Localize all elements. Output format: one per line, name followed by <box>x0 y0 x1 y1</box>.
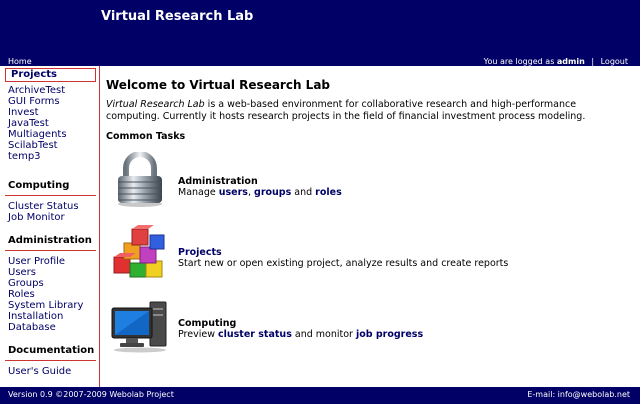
administration-heading: Administration <box>8 235 92 246</box>
page-title: Welcome to Virtual Research Lab <box>106 78 331 92</box>
sidebar-item-groups[interactable]: Groups <box>8 278 44 289</box>
sidebar-item-users[interactable]: Users <box>8 267 36 278</box>
sidebar: Projects ArchiveTest GUI Forms Invest Ja… <box>0 66 100 387</box>
task-computing-desc: Preview cluster status and monitor job p… <box>178 329 423 340</box>
sidebar-item-multiagents[interactable]: Multiagents <box>8 129 67 140</box>
sidebar-item-job-monitor[interactable]: Job Monitor <box>8 212 65 223</box>
logged-as-text: You are logged as <box>483 57 555 66</box>
sidebar-item-users-guide[interactable]: User's Guide <box>8 366 71 377</box>
sidebar-item-installation[interactable]: Installation <box>8 311 63 322</box>
computing-heading: Computing <box>8 180 70 191</box>
projects-rule <box>5 81 96 82</box>
job-progress-link[interactable]: job progress <box>356 329 423 340</box>
intro-product-name: Virtual Research Lab <box>106 99 205 110</box>
common-tasks-heading: Common Tasks <box>106 131 186 142</box>
sidebar-item-cluster-status[interactable]: Cluster Status <box>8 201 79 212</box>
sidebar-item-javatest[interactable]: JavaTest <box>8 118 49 129</box>
sidebar-item-database[interactable]: Database <box>8 322 56 333</box>
administration-rule <box>5 250 96 251</box>
sidebar-item-archivetest[interactable]: ArchiveTest <box>8 85 65 96</box>
users-link[interactable]: users <box>219 187 248 198</box>
sidebar-item-scilabtest[interactable]: ScilabTest <box>8 140 58 151</box>
version-text: Version 0.9 ©2007-2009 Webolab Project <box>8 390 174 399</box>
separator: | <box>591 57 595 66</box>
contact-email[interactable]: E-mail: info@webolab.net <box>527 390 630 399</box>
cluster-status-link[interactable]: cluster status <box>218 329 292 340</box>
admin-desc-sep2: and <box>291 187 316 198</box>
user-bar: You are logged as admin | Logout <box>484 57 628 66</box>
task-computing-title: Computing <box>178 318 237 329</box>
app-title: Virtual Research Lab <box>101 9 254 24</box>
sidebar-item-gui-forms[interactable]: GUI Forms <box>8 96 60 107</box>
computing-rule <box>5 195 96 196</box>
sidebar-item-user-profile[interactable]: User Profile <box>8 256 65 267</box>
username: admin <box>556 57 585 66</box>
logout-link[interactable]: Logout <box>601 57 628 66</box>
home-link[interactable]: Home <box>8 57 32 66</box>
sidebar-item-roles[interactable]: Roles <box>8 289 35 300</box>
padlock-icon[interactable] <box>110 151 170 211</box>
footer: Version 0.9 ©2007-2009 Webolab Project E… <box>0 387 640 404</box>
documentation-rule <box>5 360 96 361</box>
task-administration-desc: Manage users, groups and roles <box>178 187 342 198</box>
blocks-icon[interactable] <box>110 223 170 286</box>
header-banner: Virtual Research Lab Home You are logged… <box>0 0 640 66</box>
projects-heading[interactable]: Projects <box>5 68 96 81</box>
main-content: Welcome to Virtual Research Lab Virtual … <box>106 66 636 387</box>
task-projects-desc: Start new or open existing project, anal… <box>178 258 509 269</box>
sidebar-item-temp3[interactable]: temp3 <box>8 151 41 162</box>
intro-paragraph: Virtual Research Lab is a web-based envi… <box>106 99 626 123</box>
task-projects-title[interactable]: Projects <box>178 247 222 258</box>
documentation-heading: Documentation <box>8 345 95 356</box>
sidebar-item-system-library[interactable]: System Library <box>8 300 83 311</box>
admin-desc-pre: Manage <box>178 187 219 198</box>
computing-desc-mid: and monitor <box>291 329 356 340</box>
computer-icon[interactable] <box>110 298 170 357</box>
roles-link[interactable]: roles <box>315 187 342 198</box>
sidebar-item-invest[interactable]: Invest <box>8 107 39 118</box>
computing-desc-pre: Preview <box>178 329 218 340</box>
task-administration-title: Administration <box>178 176 258 187</box>
groups-link[interactable]: groups <box>254 187 291 198</box>
